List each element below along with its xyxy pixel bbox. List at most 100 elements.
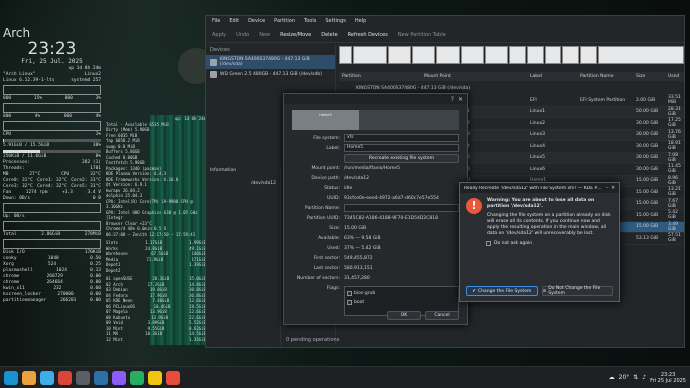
size-label: Size: bbox=[329, 225, 340, 231]
last-label: Last sector: bbox=[313, 265, 340, 271]
col-size[interactable]: Size bbox=[636, 74, 668, 79]
browser-icon[interactable] bbox=[58, 370, 72, 385]
cpu-core-pct: 4% bbox=[34, 114, 41, 119]
menu-partition[interactable]: Partition bbox=[274, 18, 295, 26]
conky-kernel-row: Linux 6.12.39-1-lts systemd 257 bbox=[3, 78, 101, 84]
info-line: GPU: Intel UHD Graphics 630 @ 1.05 GHz [… bbox=[106, 209, 198, 221]
close-icon[interactable]: ✕ bbox=[611, 186, 615, 191]
menu-help[interactable]: Help bbox=[355, 18, 366, 26]
terminal-icon[interactable] bbox=[76, 370, 90, 385]
device-label: KINGSTON SA400S37480G - 447.13 GiB (/dev… bbox=[219, 57, 310, 67]
menu-device[interactable]: Device bbox=[248, 18, 265, 26]
partition-manager-task-icon[interactable] bbox=[94, 370, 108, 385]
confirm-recreate-dialog: Really Recreate '/dev/sda12' with File S… bbox=[459, 182, 620, 302]
col-label[interactable]: Label bbox=[530, 74, 580, 79]
clock-widget[interactable]: 23:23 Fri 25 Jul 2025 bbox=[650, 372, 686, 384]
flag-boot[interactable]: boot bbox=[347, 298, 456, 307]
minimize-icon[interactable]: – bbox=[606, 186, 608, 191]
col-partition[interactable]: Partition bbox=[342, 74, 424, 79]
confirm-title: Really Recreate '/dev/sda12' with File S… bbox=[464, 185, 603, 191]
dialog-titlebar: ? ✕ bbox=[284, 94, 467, 104]
label-field: Label: Home5 bbox=[292, 144, 459, 152]
app-icon[interactable] bbox=[130, 370, 144, 385]
device-item-sda[interactable]: KINGSTON SA400S37480G - 447.13 GiB (/dev… bbox=[206, 55, 335, 69]
cpu-core-pct: 4% bbox=[95, 114, 101, 119]
net-up: Up: 0B/s bbox=[3, 214, 25, 219]
cpu-core-pct: 3% bbox=[95, 96, 101, 101]
mount-value: /run/media/flavio/Home5 bbox=[344, 165, 401, 171]
conky-system-monitor: Arch 23:23 Fri, 25 Jul. 2025 up 1d 8h 24… bbox=[3, 26, 101, 304]
ok-button[interactable]: OK bbox=[387, 311, 421, 320]
app-icon[interactable] bbox=[166, 370, 180, 385]
checkbox[interactable] bbox=[347, 300, 352, 305]
menu-tools[interactable]: Tools bbox=[304, 18, 316, 26]
col-mount-point[interactable]: Mount Point bbox=[424, 74, 530, 79]
information-panel: Information /dev/sda12 bbox=[206, 166, 281, 346]
dont-change-fs-button[interactable]: ⊘ Do Not Change the File System bbox=[541, 286, 613, 296]
col-used[interactable]: Used bbox=[668, 74, 687, 79]
col-partition-name[interactable]: Partition Name bbox=[580, 74, 636, 79]
change-fs-button[interactable]: ✔ Change the File System bbox=[466, 286, 538, 296]
dont-change-fs-label: Do Not Change the File System bbox=[548, 286, 601, 296]
dont-ask-row[interactable]: Do not ask again bbox=[486, 241, 613, 246]
top-process-list: conky 1048 0.50 Xorg 524 0.25 plasmashell 1024 0… bbox=[3, 256, 101, 304]
dont-ask-checkbox[interactable] bbox=[486, 241, 491, 246]
device-item-sdb[interactable]: WD Green 2.5 480GB - 447.13 GiB (/dev/sd… bbox=[206, 69, 335, 80]
mount-label: Mount point: bbox=[311, 165, 340, 171]
pname-input[interactable] bbox=[344, 204, 459, 212]
weather-icon[interactable]: ☁ bbox=[609, 374, 615, 381]
menu-edit[interactable]: Edit bbox=[229, 18, 239, 26]
cpu-core-max: 800 bbox=[63, 114, 72, 119]
settings-icon[interactable] bbox=[40, 370, 54, 385]
recreate-fs-button[interactable]: Recreate existing file system bbox=[344, 153, 459, 163]
refresh-devices-button[interactable]: Refresh Devices bbox=[348, 32, 388, 38]
table-cell: 5.42 GiB bbox=[668, 210, 679, 221]
puuid-label: Partition UUID: bbox=[306, 215, 340, 221]
close-icon[interactable]: ✕ bbox=[458, 96, 463, 103]
cpu-graph bbox=[3, 103, 101, 113]
cancel-button[interactable]: Cancel bbox=[425, 311, 459, 320]
cpu-pct-row-1: 800 15% 800 3% bbox=[3, 96, 101, 102]
usage-cell: 12 Mint bbox=[106, 336, 123, 342]
app-launcher-icon[interactable] bbox=[4, 370, 18, 385]
avail-row: Available: 63% — 9.58 GiB bbox=[292, 234, 459, 242]
table-cell: 30.00 GiB bbox=[636, 166, 659, 172]
volume-icon[interactable]: ♪ bbox=[642, 374, 646, 381]
hardware-info-list: CPU: Intel(R) Core(TM) i9-9900 CPU @ 3.1… bbox=[106, 199, 206, 221]
partition-map[interactable] bbox=[339, 46, 684, 64]
menu-file[interactable]: File bbox=[212, 18, 220, 26]
checkbox[interactable] bbox=[347, 291, 352, 296]
cpu-pct-row-2: 800 4% 800 4% bbox=[3, 114, 101, 120]
fs-select[interactable]: xfs bbox=[344, 134, 459, 142]
device-label: WD Green 2.5 480GB - 447.13 GiB (/dev/sd… bbox=[220, 72, 322, 77]
usage-row: 12 Mint 1.35GiB bbox=[106, 337, 206, 343]
new-button[interactable]: New bbox=[259, 32, 270, 38]
resize-move-button[interactable]: Resize/Move bbox=[280, 32, 311, 38]
new-partition-table-button[interactable]: New Partition Table bbox=[398, 32, 446, 38]
cpu-graph bbox=[3, 121, 101, 131]
app-icon[interactable] bbox=[148, 370, 162, 385]
table-cell: 28.31 GiB bbox=[668, 106, 681, 117]
flag-bios-grub[interactable]: bios-grub bbox=[347, 289, 456, 298]
status-bar: 0 pending operations bbox=[286, 337, 340, 343]
menu-settings[interactable]: Settings bbox=[325, 18, 346, 26]
cpu-value: 1% bbox=[95, 132, 101, 137]
uuid-row: UUID: 93cfce0e-eee4-4972-a6d7-d60c7e57e55… bbox=[292, 194, 459, 202]
path-row: Device path: /dev/sda12 bbox=[292, 174, 459, 182]
network-icon[interactable]: ⇅ bbox=[633, 374, 638, 381]
confirm-buttons: ✔ Change the File System ⊘ Do Not Change t… bbox=[466, 286, 613, 296]
undo-button[interactable]: Undo bbox=[236, 32, 249, 38]
cores-row-2: Core3: 32°C Core4: 32°C Core5: 31°C bbox=[3, 184, 101, 190]
label-input[interactable]: Home5 bbox=[344, 144, 459, 152]
delete-button[interactable]: Delete bbox=[321, 32, 337, 38]
table-cell: EFI System Partition bbox=[580, 97, 626, 103]
file-manager-icon[interactable] bbox=[22, 370, 36, 385]
table-cell: Linux4 bbox=[530, 143, 545, 149]
usage-row: Depot2 bbox=[106, 268, 206, 274]
disk-icon bbox=[210, 71, 217, 78]
table-cell: 30.00 GiB bbox=[636, 120, 659, 126]
fs-field: File system: xfs bbox=[292, 134, 459, 142]
app-icon[interactable] bbox=[112, 370, 126, 385]
apply-button[interactable]: Apply bbox=[212, 32, 226, 38]
help-icon[interactable]: ? bbox=[451, 96, 454, 103]
